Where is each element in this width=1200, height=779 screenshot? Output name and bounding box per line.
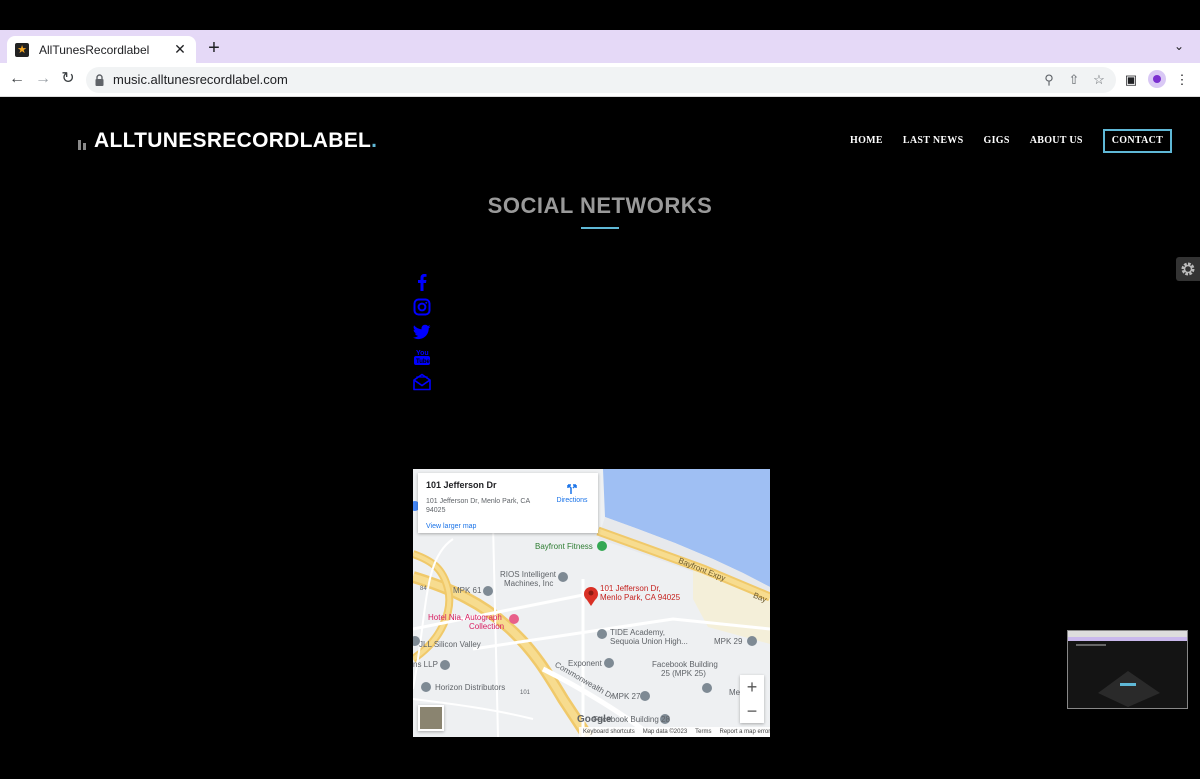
map-place-label: ns LLP: [413, 660, 438, 669]
profile-icon[interactable]: [1148, 70, 1166, 88]
new-tab-icon[interactable]: +: [204, 37, 224, 59]
social-links: You Tube: [412, 272, 436, 397]
thumbnail-preview-image: [1068, 631, 1187, 708]
star-icon[interactable]: ☆: [1089, 70, 1109, 90]
map-place-label: RIOS Intelligent: [500, 570, 557, 579]
zoom-out-button[interactable]: −: [740, 699, 764, 723]
map-place-label: MPK 29: [714, 637, 743, 646]
star-favicon-icon: ★: [15, 42, 29, 57]
keyboard-shortcuts-link[interactable]: Keyboard shortcuts: [583, 727, 635, 737]
google-logo: Google: [577, 714, 612, 725]
kebab-menu-icon[interactable]: ⋮: [1172, 70, 1192, 90]
reload-icon[interactable]: ↻: [57, 68, 79, 90]
preview-thumbnail[interactable]: [1067, 630, 1188, 709]
share-icon[interactable]: ⇧: [1064, 70, 1084, 90]
instagram-icon[interactable]: [412, 297, 432, 317]
map-place-label: Bayfront Fitness: [535, 542, 593, 551]
report-map-error-link[interactable]: Report a map error: [720, 727, 771, 737]
directions-icon: [567, 484, 577, 494]
map-place-label: MPK 27: [612, 692, 641, 701]
site-logo[interactable]: ALLTUNESRECORDLABEL.: [78, 129, 377, 153]
map-place-label: 25 (MPK 25): [661, 669, 706, 678]
tab-search-chevron-icon[interactable]: ⌄: [1174, 39, 1184, 53]
side-panel-icon[interactable]: ▣: [1121, 70, 1141, 90]
map-footer: Keyboard shortcuts Map data ©2023 Terms …: [579, 727, 770, 737]
forward-arrow-icon[interactable]: →: [32, 68, 54, 90]
map-data-text: Map data ©2023: [642, 729, 688, 735]
back-arrow-icon[interactable]: ←: [6, 68, 28, 90]
map-place-label: TIDE Academy,: [610, 628, 665, 637]
logo-bars-icon: [78, 140, 88, 150]
map-place-label: Horizon Distributors: [435, 683, 506, 692]
map-pin-label: 101 Jefferson Dr,: [600, 584, 661, 593]
lock-icon: [95, 74, 104, 86]
directions-label: Directions: [556, 497, 588, 504]
nav-contact[interactable]: CONTACT: [1102, 129, 1173, 153]
nav-last-news[interactable]: LAST NEWS: [903, 131, 964, 151]
map-place-label: JLL Silicon Valley: [419, 640, 481, 649]
google-map[interactable]: 101 Jefferson Dr 101 Jefferson Dr, Menlo…: [413, 469, 770, 737]
email-icon[interactable]: [412, 372, 432, 392]
url-text[interactable]: music.alltunesrecordlabel.com: [113, 72, 288, 87]
map-pin-label: Menlo Park, CA 94025: [600, 593, 681, 602]
zoom-in-button[interactable]: +: [740, 675, 764, 699]
map-layer-toggle[interactable]: [418, 705, 444, 731]
map-place-label: Facebook Building: [652, 660, 718, 669]
map-info-title: 101 Jefferson Dr: [426, 480, 497, 490]
settings-gear-icon[interactable]: [1176, 257, 1200, 281]
logo-text: ALLTUNESRECORDLABEL: [94, 129, 372, 152]
close-tab-icon[interactable]: ✕: [172, 41, 188, 58]
directions-button[interactable]: Directions: [552, 483, 592, 504]
youtube-icon[interactable]: You Tube: [412, 347, 432, 367]
map-info-address: 101 Jefferson Dr, Menlo Park, CA 94025: [426, 498, 530, 514]
browser-tab[interactable]: ★ AllTunesRecordlabel ✕: [7, 36, 196, 63]
terms-link[interactable]: Terms: [695, 727, 711, 737]
svg-text:You: You: [416, 350, 429, 357]
nav-about-us[interactable]: ABOUT US: [1030, 131, 1083, 151]
title-underline: [581, 227, 619, 229]
map-place-label: Machines, Inc: [504, 579, 554, 588]
facebook-icon[interactable]: [412, 272, 432, 292]
twitter-icon[interactable]: [412, 322, 432, 342]
map-place-label: Me: [729, 688, 741, 697]
map-road-shield: 84: [420, 586, 427, 592]
map-place-label: Sequoia Union High...: [610, 637, 688, 646]
main-nav: HOME LAST NEWS GIGS ABOUT US CONTACT: [840, 129, 1173, 153]
section-title: SOCIAL NETWORKS: [487, 193, 713, 218]
map-place-label: Exponent: [568, 659, 602, 668]
svg-text:Tube: Tube: [416, 359, 431, 365]
screen-top-bar: [0, 0, 1200, 30]
nav-home[interactable]: HOME: [850, 131, 883, 151]
map-place-label: MPK 61: [453, 586, 482, 595]
logo-dot: .: [371, 129, 377, 152]
map-place-label: Collection: [469, 622, 505, 631]
zoom-icon[interactable]: ⚲: [1039, 70, 1059, 90]
view-larger-map-link[interactable]: View larger map: [426, 523, 476, 530]
map-info-card: 101 Jefferson Dr 101 Jefferson Dr, Menlo…: [418, 473, 598, 533]
nav-gigs[interactable]: GIGS: [983, 131, 1009, 151]
map-zoom-controls: + −: [740, 675, 764, 723]
map-road-shield: 101: [520, 690, 531, 696]
map-place-label: Hotel Nia, Autograph: [428, 613, 502, 622]
tab-title: AllTunesRecordlabel: [39, 42, 150, 57]
